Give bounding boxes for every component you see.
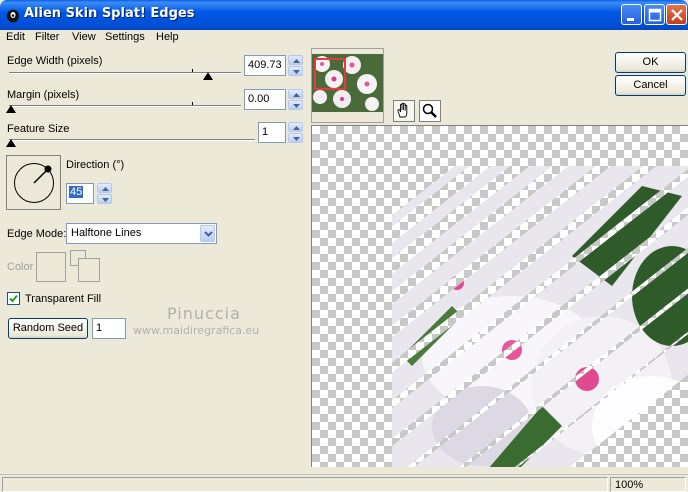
zoom-status: 100%: [610, 477, 686, 492]
spin-down-icon[interactable]: [288, 100, 303, 110]
edge-width-spinner[interactable]: [288, 55, 303, 76]
menu-settings[interactable]: Settings: [105, 31, 145, 43]
app-icon: [7, 9, 19, 23]
margin-label: Margin (pixels): [7, 89, 80, 101]
ok-button[interactable]: OK: [615, 52, 686, 73]
edge-width-input[interactable]: 409.73: [244, 55, 286, 76]
transparent-fill-label: Transparent Fill: [25, 293, 102, 305]
spin-down-icon[interactable]: [288, 66, 303, 76]
edge-width-slider-thumb[interactable]: [203, 72, 213, 80]
hand-icon: [397, 102, 408, 118]
zoom-level: 100%: [615, 479, 644, 491]
magnifier-icon: [422, 103, 437, 118]
zoom-tool[interactable]: [419, 100, 441, 122]
minimize-button[interactable]: [621, 4, 642, 25]
spin-up-icon[interactable]: [288, 89, 303, 99]
watermark-url: www.maidiregrafica.eu: [133, 324, 260, 337]
thumbnail-navigator[interactable]: [311, 48, 384, 123]
feature-size-input[interactable]: 1: [258, 122, 286, 143]
edge-mode-select[interactable]: Halftone Lines: [66, 223, 217, 244]
status-bar: 100%: [0, 474, 688, 492]
transparent-fill-checkbox[interactable]: [7, 292, 20, 305]
maximize-icon: [648, 8, 662, 22]
menu-bar: Edit Filter View Settings Help: [0, 30, 688, 46]
margin-slider[interactable]: [9, 105, 241, 107]
spin-up-icon[interactable]: [288, 122, 303, 132]
edge-mode-label: Edge Mode:: [7, 228, 67, 240]
maximize-button[interactable]: [644, 4, 665, 25]
title-bar: Alien Skin Splat! Edges: [0, 0, 688, 30]
minimize-icon: [627, 18, 634, 21]
color-label: Color: [7, 261, 34, 273]
menu-edit[interactable]: Edit: [6, 31, 25, 43]
hand-tool[interactable]: [393, 100, 415, 122]
direction-input[interactable]: 45: [66, 183, 94, 204]
preview-image: [392, 166, 688, 467]
spin-down-icon[interactable]: [288, 133, 303, 143]
watermark-name: Pinuccia: [167, 304, 241, 323]
margin-input[interactable]: 0.00: [244, 89, 286, 110]
close-icon: [671, 9, 683, 21]
margin-slider-thumb[interactable]: [6, 105, 16, 113]
feature-size-label: Feature Size: [7, 123, 70, 135]
direction-value: 45: [69, 186, 84, 198]
status-pane: [2, 477, 608, 492]
menu-help[interactable]: Help: [156, 31, 179, 43]
thumbnail-image: [312, 49, 383, 112]
preview-canvas[interactable]: [311, 125, 688, 467]
cancel-button[interactable]: Cancel: [615, 75, 686, 96]
direction-label: Direction (°): [66, 159, 125, 171]
color-swatch-front: [78, 258, 100, 282]
color-swatch: [36, 252, 66, 282]
edge-mode-value: Halftone Lines: [71, 227, 142, 239]
edge-width-label: Edge Width (pixels): [7, 55, 103, 67]
menu-view[interactable]: View: [72, 31, 96, 43]
random-seed-button[interactable]: Random Seed: [8, 318, 88, 339]
close-button[interactable]: [666, 4, 687, 25]
direction-dial[interactable]: [6, 155, 61, 210]
feature-size-slider[interactable]: [9, 139, 255, 141]
window-title: Alien Skin Splat! Edges: [24, 6, 195, 21]
direction-spinner[interactable]: [97, 183, 112, 204]
spin-down-icon[interactable]: [97, 194, 112, 204]
margin-spinner[interactable]: [288, 89, 303, 110]
chevron-down-icon[interactable]: [200, 225, 215, 242]
spin-up-icon[interactable]: [288, 55, 303, 65]
direction-needle-icon: [33, 165, 52, 184]
random-seed-input[interactable]: 1: [92, 318, 126, 339]
feature-size-spinner[interactable]: [288, 122, 303, 143]
checkmark-icon: [9, 294, 18, 303]
slider-tick: [192, 102, 193, 105]
menu-filter[interactable]: Filter: [35, 31, 59, 43]
spin-up-icon[interactable]: [97, 183, 112, 193]
slider-tick: [192, 69, 193, 72]
feature-size-slider-thumb[interactable]: [6, 139, 16, 147]
